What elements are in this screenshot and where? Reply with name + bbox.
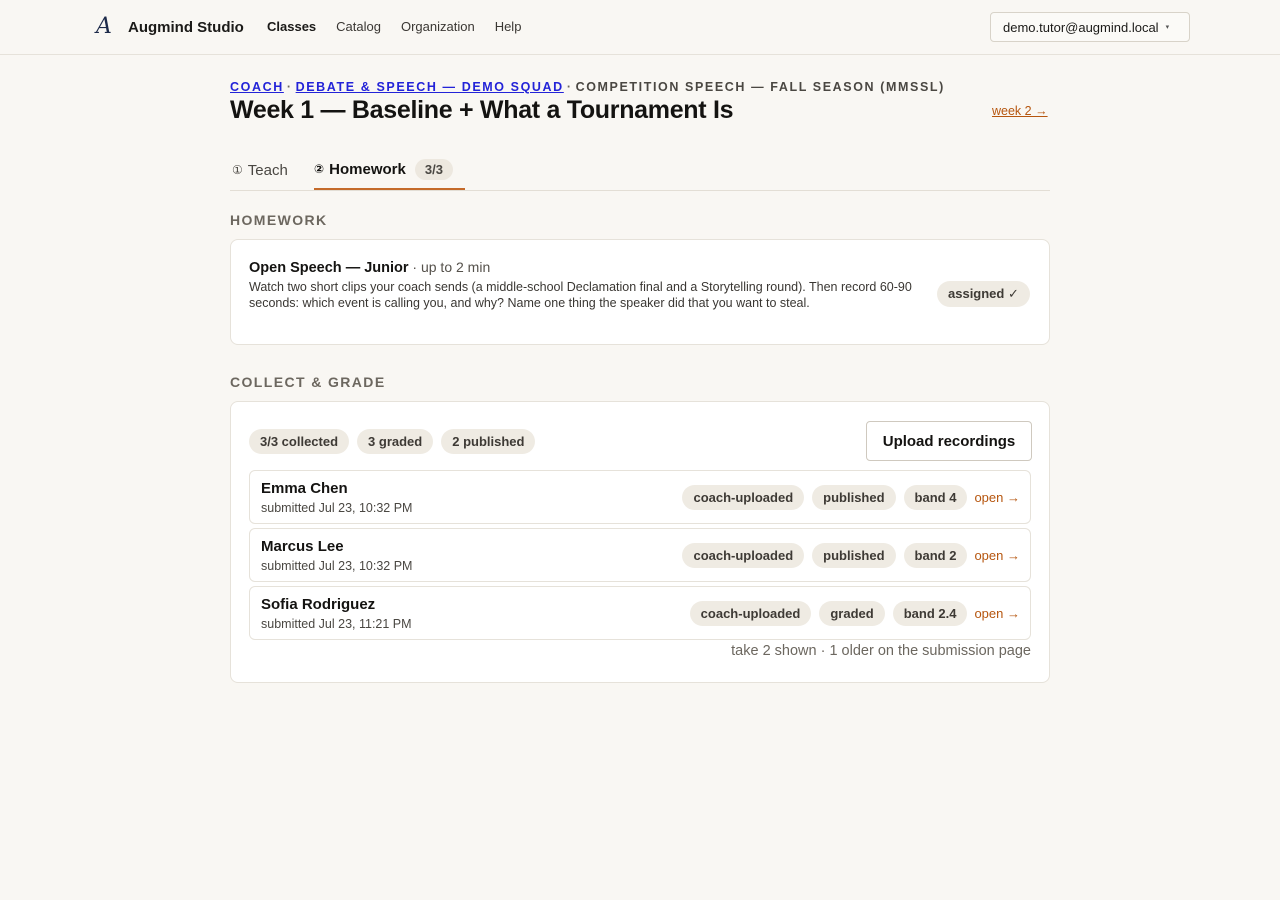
submission-tags: coach-uploaded published band 2 open →: [682, 543, 1020, 568]
step-one-icon: ①: [232, 163, 243, 177]
submission-tags: coach-uploaded published band 4 open →: [682, 485, 1020, 510]
open-submission-link[interactable]: open →: [974, 548, 1020, 563]
chevron-down-icon: ▾: [1165, 24, 1170, 31]
brand[interactable]: A Augmind Studio: [93, 14, 244, 40]
nav-item-help[interactable]: Help: [495, 19, 522, 34]
submission-stats: 3/3 collected 3 graded 2 published: [249, 429, 536, 454]
student-name: Emma Chen: [261, 480, 348, 497]
submission-row[interactable]: Sofia Rodriguez submitted Jul 23, 11:21 …: [249, 586, 1031, 640]
submitted-time: submitted Jul 23, 11:21 PM: [261, 617, 412, 631]
submitted-time: submitted Jul 23, 10:32 PM: [261, 501, 413, 515]
tab-teach[interactable]: ① Teach: [232, 150, 288, 190]
band-badge: band 2: [903, 543, 968, 568]
user-menu-dropdown[interactable]: demo.tutor@augmind.local ▾: [990, 12, 1190, 42]
status-badge: graded: [819, 601, 885, 626]
student-name: Sofia Rodriguez: [261, 596, 376, 613]
open-submission-link[interactable]: open →: [974, 606, 1020, 621]
source-badge: coach-uploaded: [682, 543, 805, 568]
top-navigation-bar: A Augmind Studio Classes Catalog Organiz…: [0, 0, 1280, 55]
published-count-badge: 2 published: [441, 429, 536, 454]
breadcrumb-link-squad[interactable]: DEBATE & SPEECH — DEMO SQUAD: [296, 80, 564, 94]
submitted-time: submitted Jul 23, 10:32 PM: [261, 559, 413, 573]
collect-grade-card: 3/3 collected 3 graded 2 published Uploa…: [230, 401, 1050, 683]
main-nav: Classes Catalog Organization Help: [267, 19, 521, 34]
band-badge: band 4: [903, 485, 968, 510]
tab-homework[interactable]: ② Homework 3/3: [314, 150, 465, 190]
breadcrumb-link-coach[interactable]: COACH: [230, 80, 284, 94]
homework-title-line: Open Speech — Junior · up to 2 min: [249, 259, 490, 276]
submission-row[interactable]: Emma Chen submitted Jul 23, 10:32 PM coa…: [249, 470, 1031, 524]
nav-item-classes[interactable]: Classes: [267, 19, 316, 34]
page-title: Week 1 — Baseline + What a Tournament Is: [230, 96, 734, 124]
homework-card: Open Speech — Junior · up to 2 min Watch…: [230, 239, 1050, 345]
submission-row[interactable]: Marcus Lee submitted Jul 23, 10:32 PM co…: [249, 528, 1031, 582]
augmind-logo-icon: A: [96, 14, 112, 39]
open-submission-link[interactable]: open →: [974, 490, 1020, 505]
source-badge: coach-uploaded: [689, 601, 812, 626]
submission-tags: coach-uploaded graded band 2.4 open →: [689, 601, 1020, 626]
source-badge: coach-uploaded: [682, 485, 805, 510]
status-badge: published: [812, 485, 896, 510]
nav-item-catalog[interactable]: Catalog: [336, 19, 381, 34]
homework-title: Open Speech — Junior: [249, 260, 409, 276]
tab-label: Teach: [247, 161, 288, 179]
assigned-status-badge: assigned ✓: [937, 281, 1030, 307]
older-submissions-note: take 2 shown · 1 older on the submission…: [731, 643, 1031, 659]
breadcrumb: COACH · DEBATE & SPEECH — DEMO SQUAD · COMPE…: [230, 80, 945, 94]
collected-count-badge: 3/3 collected: [249, 429, 350, 454]
student-name: Marcus Lee: [261, 538, 344, 555]
nav-item-organization[interactable]: Organization: [401, 19, 475, 34]
tab-bar: ① Teach ② Homework 3/3: [230, 150, 1050, 191]
status-badge: published: [812, 543, 896, 568]
collect-grade-section-heading: COLLECT & GRADE: [230, 374, 386, 390]
tab-count-badge: 3/3: [414, 158, 453, 180]
step-two-icon: ②: [314, 162, 325, 176]
homework-duration: · up to 2 min: [408, 259, 491, 275]
breadcrumb-separator: ·: [286, 80, 293, 94]
app-name: Augmind Studio: [128, 18, 244, 36]
tab-label: Homework: [329, 160, 406, 178]
band-badge: band 2.4: [892, 601, 968, 626]
next-week-link[interactable]: week 2 →: [992, 104, 1048, 118]
homework-section-heading: HOMEWORK: [230, 212, 328, 228]
upload-recordings-button[interactable]: Upload recordings: [866, 421, 1032, 461]
homework-description: Watch two short clips your coach sends (…: [249, 280, 912, 310]
graded-count-badge: 3 graded: [357, 429, 434, 454]
user-email: demo.tutor@augmind.local: [1003, 19, 1159, 35]
breadcrumb-current: COMPETITION SPEECH — FALL SEASON (MMSSL): [575, 80, 945, 94]
breadcrumb-separator: ·: [566, 80, 573, 94]
